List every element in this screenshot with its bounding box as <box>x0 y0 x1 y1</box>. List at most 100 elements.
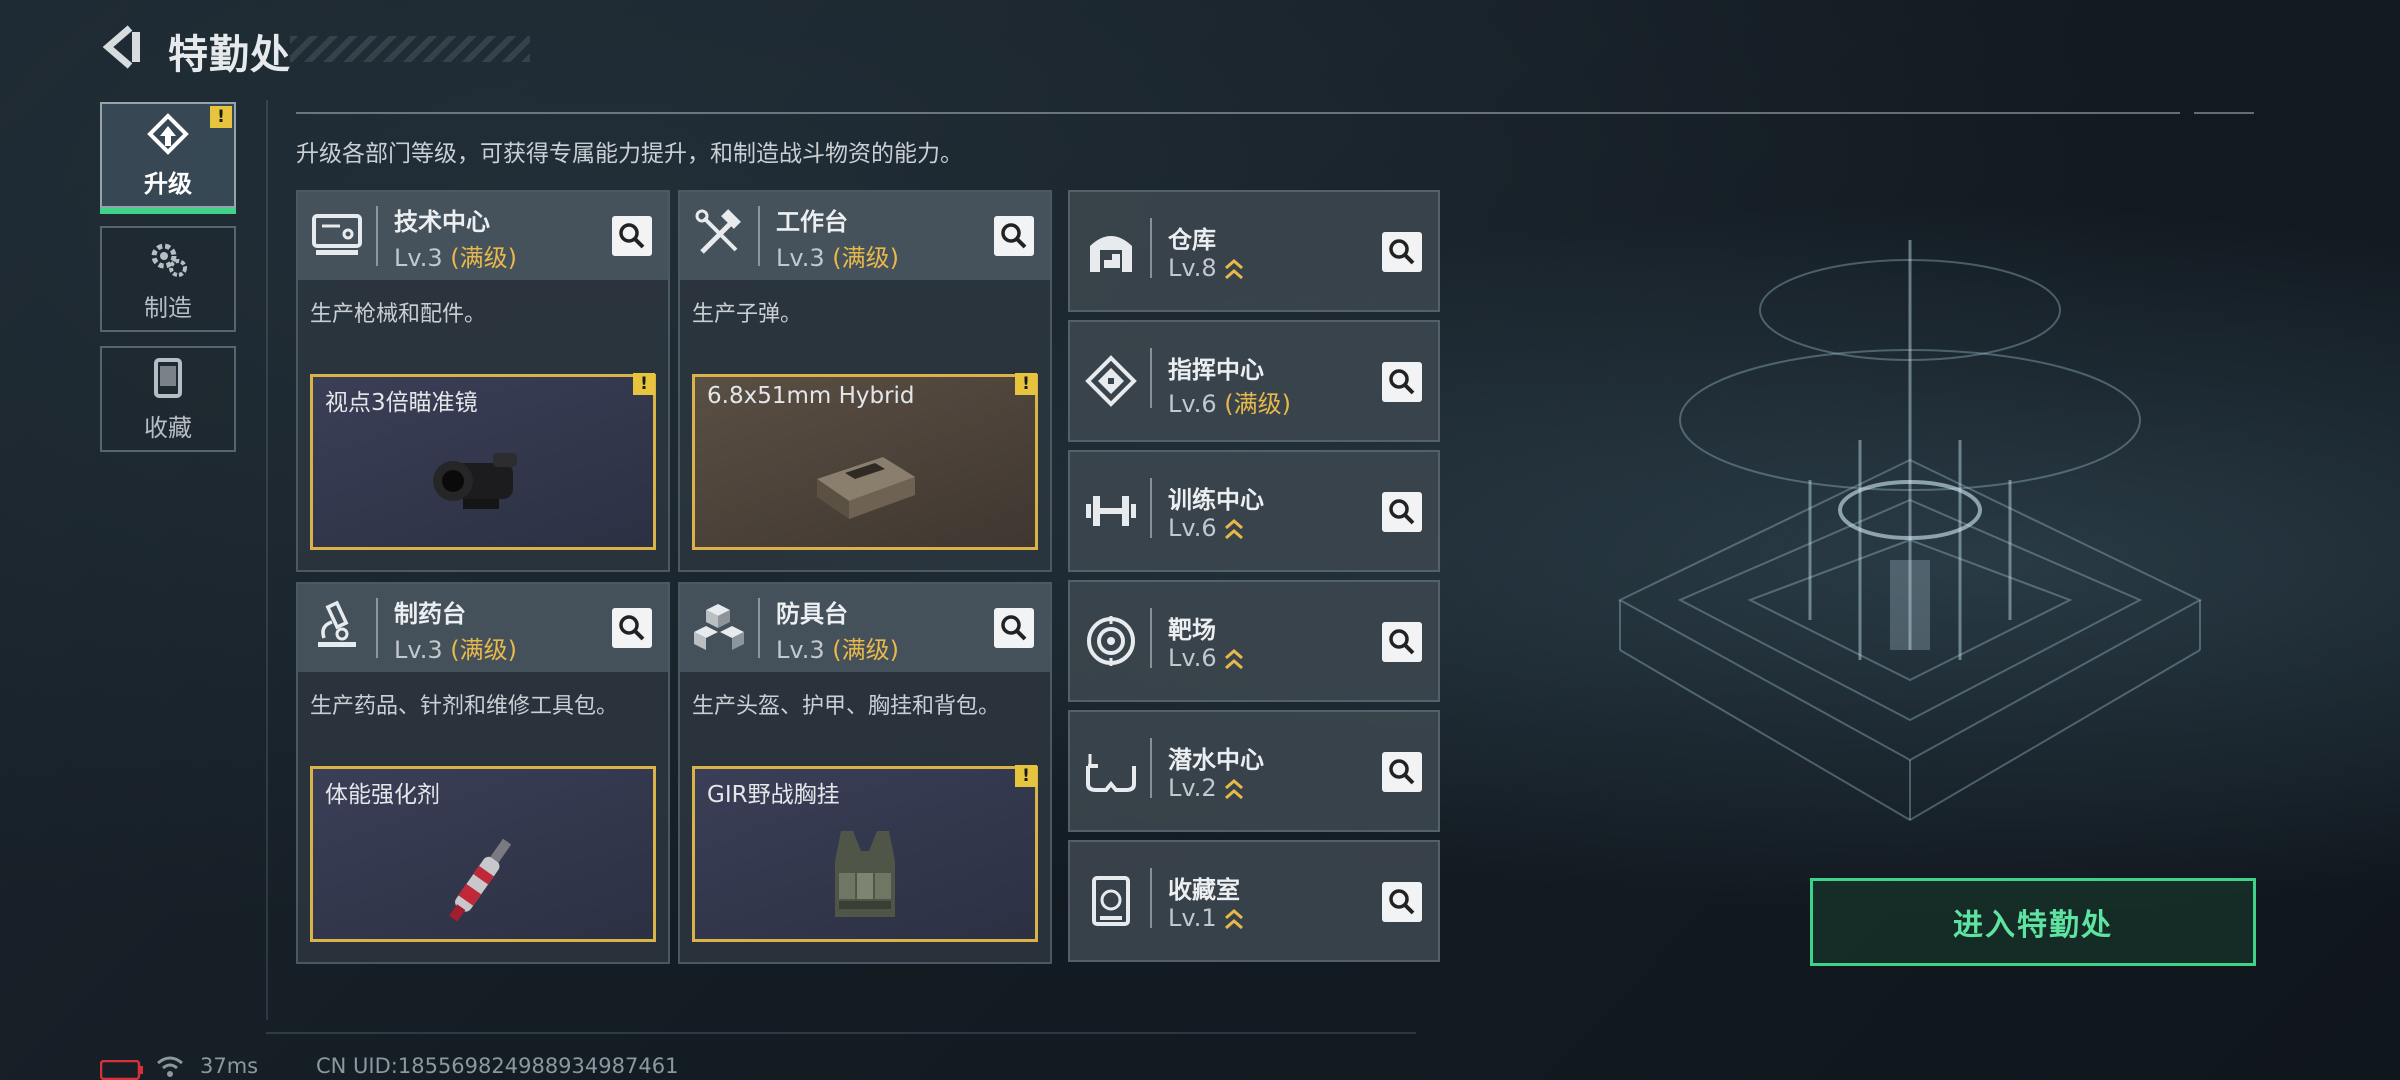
header-separator <box>758 206 760 266</box>
facility-level: Lv.6 <box>1168 644 1245 672</box>
craft-item-name: 视点3倍瞄准镜 <box>325 390 478 416</box>
nav-craft-label: 制造 <box>144 293 192 322</box>
inspect-button[interactable] <box>612 608 652 648</box>
header-separator <box>376 598 378 658</box>
inspect-button[interactable] <box>612 216 652 256</box>
inspect-button[interactable] <box>1382 362 1422 402</box>
top-divider <box>296 112 2180 114</box>
level-text: Lv.2 <box>1168 774 1217 802</box>
title-decoration <box>290 36 530 62</box>
user-uid: CN UID:185569824988934987461 <box>316 1054 679 1078</box>
department-name: 技术中心 <box>394 208 490 236</box>
facility-card-dive-center[interactable]: 潜水中心 Lv.2 <box>1068 710 1440 832</box>
collection-case-icon <box>154 357 182 398</box>
craft-item-slot[interactable]: ! 6.8x51mm Hybrid <box>692 373 1038 550</box>
craft-item-slot[interactable]: 体能强化剂 <box>310 766 656 942</box>
facility-name: 收藏室 <box>1168 876 1240 904</box>
chest-rig-image <box>835 831 895 917</box>
inspect-button[interactable] <box>1382 752 1422 792</box>
search-icon <box>619 223 645 249</box>
gears-icon <box>151 243 187 277</box>
inspect-button[interactable] <box>994 608 1034 648</box>
header-separator <box>758 598 760 658</box>
max-level-tag: (满级) <box>832 244 899 272</box>
department-level: Lv.3 (满级) <box>394 238 517 273</box>
dumbbell-icon <box>1086 496 1136 526</box>
scope-image <box>433 453 517 509</box>
department-description: 生产子弹。 <box>692 302 803 327</box>
upgrade-available-icon <box>1224 649 1243 670</box>
inspect-button[interactable] <box>994 216 1034 256</box>
header-separator <box>1150 218 1152 278</box>
level-text: Lv.3 <box>776 244 825 272</box>
facility-level: Lv.6 <box>1168 514 1245 542</box>
page-description: 升级各部门等级，可获得专属能力提升，和制造战斗物资的能力。 <box>296 141 963 167</box>
inspect-button[interactable] <box>1382 232 1422 272</box>
facility-name: 训练中心 <box>1168 486 1264 514</box>
facility-name: 潜水中心 <box>1168 746 1264 774</box>
facility-level: Lv.8 <box>1168 254 1245 282</box>
facility-card-warehouse[interactable]: 仓库 Lv.8 <box>1068 190 1440 312</box>
department-card-pharmacy[interactable]: 制药台 Lv.3 (满级) 生产药品、针剂和维修工具包。 体能强化剂 <box>296 582 670 964</box>
max-level-tag: (满级) <box>1224 390 1291 418</box>
inspect-button[interactable] <box>1382 622 1422 662</box>
base-wireframe-illustration <box>1617 240 2203 822</box>
search-icon <box>1389 369 1415 395</box>
facility-card-shooting-range[interactable]: 靶场 Lv.6 <box>1068 580 1440 702</box>
search-icon <box>1389 629 1415 655</box>
craft-item-name: 6.8x51mm Hybrid <box>707 383 915 409</box>
level-text: Lv.6 <box>1168 644 1217 672</box>
level-text: Lv.3 <box>776 636 825 664</box>
header-separator <box>1150 478 1152 538</box>
level-text: Lv.3 <box>394 244 443 272</box>
command-icon <box>1085 355 1137 407</box>
wifi-icon <box>157 1056 183 1077</box>
craft-item-slot[interactable]: ! GIR野战胸挂 <box>692 765 1038 942</box>
department-level: Lv.3 (满级) <box>394 630 517 665</box>
card-header: 技术中心 Lv.3 (满级) <box>298 192 668 280</box>
department-level: Lv.3 (满级) <box>776 238 899 273</box>
facility-card-command-center[interactable]: 指挥中心 Lv.6 (满级) <box>1068 320 1440 442</box>
dive-mask-icon <box>1086 754 1136 792</box>
department-name: 防具台 <box>776 600 848 628</box>
craft-item-name: GIR野战胸挂 <box>707 782 840 808</box>
facility-card-collection-room[interactable]: 收藏室 Lv.1 <box>1068 840 1440 962</box>
card-header: 工作台 Lv.3 (满级) <box>680 192 1050 280</box>
nav-collection[interactable]: 收藏 <box>100 346 236 452</box>
header-separator <box>1150 868 1152 928</box>
department-card-tech-center[interactable]: 技术中心 Lv.3 (满级) 生产枪械和配件。 ! 视点3倍瞄准镜 <box>296 190 670 572</box>
search-icon <box>1389 499 1415 525</box>
facility-level: Lv.1 <box>1168 904 1245 932</box>
department-description: 生产药品、针剂和维修工具包。 <box>310 694 619 719</box>
department-description: 生产枪械和配件。 <box>310 302 487 327</box>
nav-upgrade-alert-badge: ! <box>210 106 232 128</box>
collection-icon <box>1092 876 1130 926</box>
facility-level: Lv.6 (满级) <box>1168 384 1291 419</box>
search-icon <box>1389 759 1415 785</box>
department-card-armory[interactable]: 防具台 Lv.3 (满级) 生产头盔、护甲、胸挂和背包。 ! GIR野战胸挂 <box>678 582 1052 964</box>
nav-upgrade[interactable]: 升级 ! <box>100 102 236 214</box>
inspect-button[interactable] <box>1382 882 1422 922</box>
item-alert-badge: ! <box>633 373 655 395</box>
back-arrow-icon <box>102 25 140 69</box>
facility-card-training-center[interactable]: 训练中心 Lv.6 <box>1068 450 1440 572</box>
item-alert-badge: ! <box>1015 765 1037 787</box>
craft-item-slot[interactable]: ! 视点3倍瞄准镜 <box>310 373 656 550</box>
item-alert-badge: ! <box>1015 373 1037 395</box>
injector-image <box>449 838 512 922</box>
search-icon <box>1389 239 1415 265</box>
enter-special-ops-button[interactable]: 进入特勤处 <box>1810 878 2256 966</box>
department-card-workbench[interactable]: 工作台 Lv.3 (满级) 生产子弹。 ! 6.8x51mm Hybrid <box>678 190 1052 572</box>
inspect-button[interactable] <box>1382 492 1422 532</box>
back-button[interactable] <box>100 24 146 70</box>
nav-craft[interactable]: 制造 <box>100 226 236 332</box>
bottom-divider <box>266 1032 1416 1034</box>
warehouse-icon <box>1090 236 1132 272</box>
max-level-tag: (满级) <box>450 244 517 272</box>
facility-name: 仓库 <box>1168 226 1216 254</box>
target-icon <box>1087 616 1135 666</box>
facility-level: Lv.2 <box>1168 774 1245 802</box>
facility-name: 指挥中心 <box>1168 356 1264 384</box>
level-text: Lv.6 <box>1168 390 1217 418</box>
craft-item-name: 体能强化剂 <box>325 782 440 808</box>
